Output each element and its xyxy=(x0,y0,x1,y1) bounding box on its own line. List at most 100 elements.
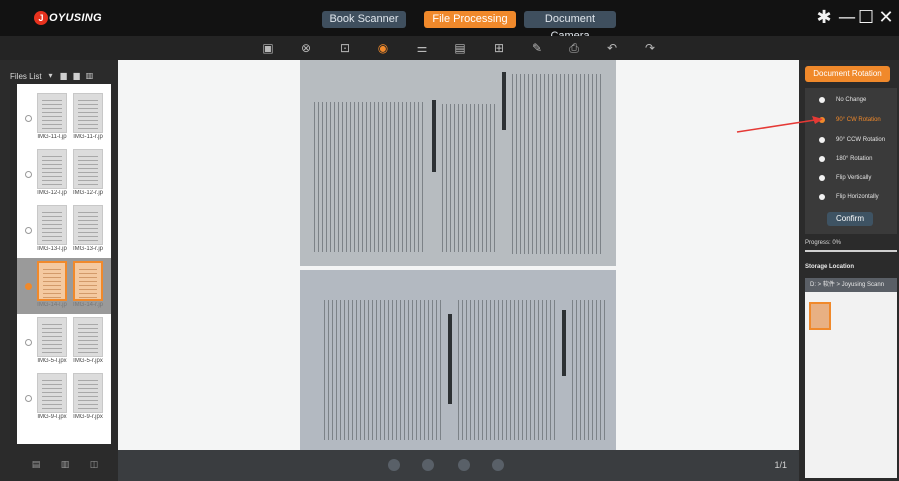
option-label: 90° CCW Rotation xyxy=(836,137,886,143)
file-select-radio[interactable] xyxy=(25,227,32,234)
files-header: Files List ▾ ▆ ▆ ▥ xyxy=(10,70,98,82)
files-panel: Files List ▾ ▆ ▆ ▥ IMG-11-l.jp IMG-11-r.j… xyxy=(0,60,118,481)
file-row[interactable]: IMG-11-l.jp IMG-11-r.jp xyxy=(17,90,111,146)
file-thumbnail[interactable] xyxy=(37,149,67,189)
maximize-icon[interactable]: ☐ xyxy=(858,8,874,28)
rotation-option-flip-vertical[interactable]: Flip Vertically xyxy=(819,172,871,184)
file-name: IMG-12-l.jp xyxy=(37,190,67,196)
files-list-label: Files List xyxy=(10,71,42,81)
single-view-icon[interactable]: ▥ xyxy=(59,460,71,470)
rotation-option-180[interactable]: 180° Rotation xyxy=(819,153,872,165)
print-icon[interactable]: ⎙ xyxy=(566,40,582,56)
folder-icon[interactable]: ▆ xyxy=(72,71,82,81)
storage-location-title: Storage Location xyxy=(805,264,855,270)
file-row[interactable]: IMG-9-l.jpx IMG-9-r.jpx xyxy=(17,370,111,426)
chevron-down-icon[interactable]: ▾ xyxy=(46,71,56,81)
trash-icon[interactable]: ▥ xyxy=(85,71,95,81)
page-bottom xyxy=(300,270,616,450)
option-label: 90° CW Rotation xyxy=(836,117,881,123)
annotation-arrow-icon xyxy=(736,116,823,133)
file-thumbnail[interactable] xyxy=(37,261,67,301)
file-row[interactable]: IMG-5-l.jpx IMG-5-r.jpx xyxy=(17,314,111,370)
save-page-icon[interactable] xyxy=(388,459,400,471)
tab-file-processing[interactable]: File Processing xyxy=(424,11,516,28)
output-thumbnail[interactable] xyxy=(809,302,831,330)
confirm-button[interactable]: Confirm xyxy=(827,212,873,226)
file-name: IMG-5-l.jpx xyxy=(37,358,67,364)
file-thumbnail[interactable] xyxy=(37,93,67,133)
file-thumbnail[interactable] xyxy=(73,205,103,245)
file-name: IMG-12-r.jp xyxy=(72,190,103,196)
file-thumbnail[interactable] xyxy=(73,373,103,413)
adjust-icon[interactable]: ⚌ xyxy=(414,40,430,56)
file-thumbnail[interactable] xyxy=(73,261,103,301)
file-row[interactable]: IMG-14-l.jp IMG-14-r.jp xyxy=(17,258,111,314)
file-select-radio[interactable] xyxy=(25,395,32,402)
tab-book-scanner[interactable]: Book Scanner xyxy=(322,11,406,28)
file-name: IMG-11-r.jp xyxy=(73,134,103,140)
thumbnail-view-icon[interactable]: ▤ xyxy=(30,460,42,470)
redo-icon[interactable]: ↷ xyxy=(642,40,658,56)
radio-dot xyxy=(819,194,825,200)
file-select-radio[interactable] xyxy=(25,115,32,122)
option-label: 180° Rotation xyxy=(836,156,873,162)
page-top xyxy=(300,60,616,266)
minimize-icon[interactable]: — xyxy=(838,8,856,28)
rotation-option-no-change[interactable]: No Change xyxy=(819,94,866,106)
app-window: J OYUSING Book Scanner File Processing D… xyxy=(0,0,899,481)
previous-page-icon[interactable] xyxy=(422,459,434,471)
option-label: Flip Vertically xyxy=(836,175,872,181)
file-thumbnail[interactable] xyxy=(37,205,67,245)
progress-label: Progress: 0% xyxy=(805,240,842,246)
file-select-radio[interactable] xyxy=(25,283,32,290)
file-name: IMG-9-l.jpx xyxy=(37,414,67,420)
view-toggle-group: ▤ ▥ ◫ xyxy=(30,460,117,470)
document-viewer[interactable]: 1/1 xyxy=(118,60,799,481)
file-name: IMG-5-r.jpx xyxy=(73,358,103,364)
file-name: IMG-14-r.jp xyxy=(72,302,103,308)
document-rotation-button[interactable]: Document Rotation xyxy=(805,66,890,82)
file-name: IMG-13-l.jp xyxy=(37,246,67,252)
rotation-option-90-ccw[interactable]: 90° CCW Rotation xyxy=(819,134,885,146)
option-label: Flip Horizontally xyxy=(836,194,879,200)
file-thumbnail[interactable] xyxy=(73,149,103,189)
file-name: IMG-11-l.jp xyxy=(37,134,67,140)
crop-icon[interactable]: ⊡ xyxy=(337,40,353,56)
delete-page-icon[interactable] xyxy=(492,459,504,471)
file-row[interactable]: IMG-12-l.jp IMG-12-r.jp xyxy=(17,146,111,202)
undo-icon[interactable]: ↶ xyxy=(604,40,620,56)
progress-bar xyxy=(805,250,897,252)
settings-icon[interactable]: ✱ xyxy=(816,8,832,28)
ocr-icon[interactable]: ⊞ xyxy=(491,40,507,56)
next-page-icon[interactable] xyxy=(458,459,470,471)
logo-word: OYUSING xyxy=(49,12,102,24)
file-thumbnail[interactable] xyxy=(37,373,67,413)
merge-icon[interactable]: ⊗ xyxy=(298,40,314,56)
compare-view-icon[interactable]: ◫ xyxy=(88,460,100,470)
file-thumbnail[interactable] xyxy=(73,317,103,357)
storage-path[interactable]: D: > 软件 > Joyusing Scann xyxy=(805,278,897,292)
rotate-icon[interactable]: ◉ xyxy=(375,40,391,56)
radio-dot xyxy=(819,97,825,103)
edit-icon[interactable]: ✎ xyxy=(529,40,545,56)
close-icon[interactable]: ✕ xyxy=(878,8,894,28)
storage-location-box: D: > 软件 > Joyusing Scann xyxy=(805,278,897,478)
file-name: IMG-9-r.jpx xyxy=(73,414,103,420)
save-icon[interactable]: ▣ xyxy=(260,40,276,56)
file-list: IMG-11-l.jp IMG-11-r.jp IMG-12-l.jp IMG-12-… xyxy=(17,84,111,444)
tab-document-camera[interactable]: Document Camera xyxy=(524,11,616,42)
folder-open-icon[interactable]: ▆ xyxy=(59,71,69,81)
file-thumbnail[interactable] xyxy=(37,317,67,357)
file-select-radio[interactable] xyxy=(25,339,32,346)
file-thumbnail[interactable] xyxy=(73,93,103,133)
option-label: No Change xyxy=(836,97,867,103)
file-row[interactable]: IMG-13-l.jp IMG-13-r.jp xyxy=(17,202,111,258)
rotation-option-90-cw[interactable]: 90° CW Rotation xyxy=(819,114,881,126)
file-select-radio[interactable] xyxy=(25,171,32,178)
rotation-options: No Change 90° CW Rotation 90° CCW Rotati… xyxy=(805,88,897,234)
file-name: IMG-13-r.jp xyxy=(72,246,103,252)
radio-dot xyxy=(819,156,825,162)
pdf-icon[interactable]: ▤ xyxy=(452,40,468,56)
rotation-option-flip-horizontal[interactable]: Flip Horizontally xyxy=(819,191,879,203)
page-count: 1/1 xyxy=(774,460,787,470)
